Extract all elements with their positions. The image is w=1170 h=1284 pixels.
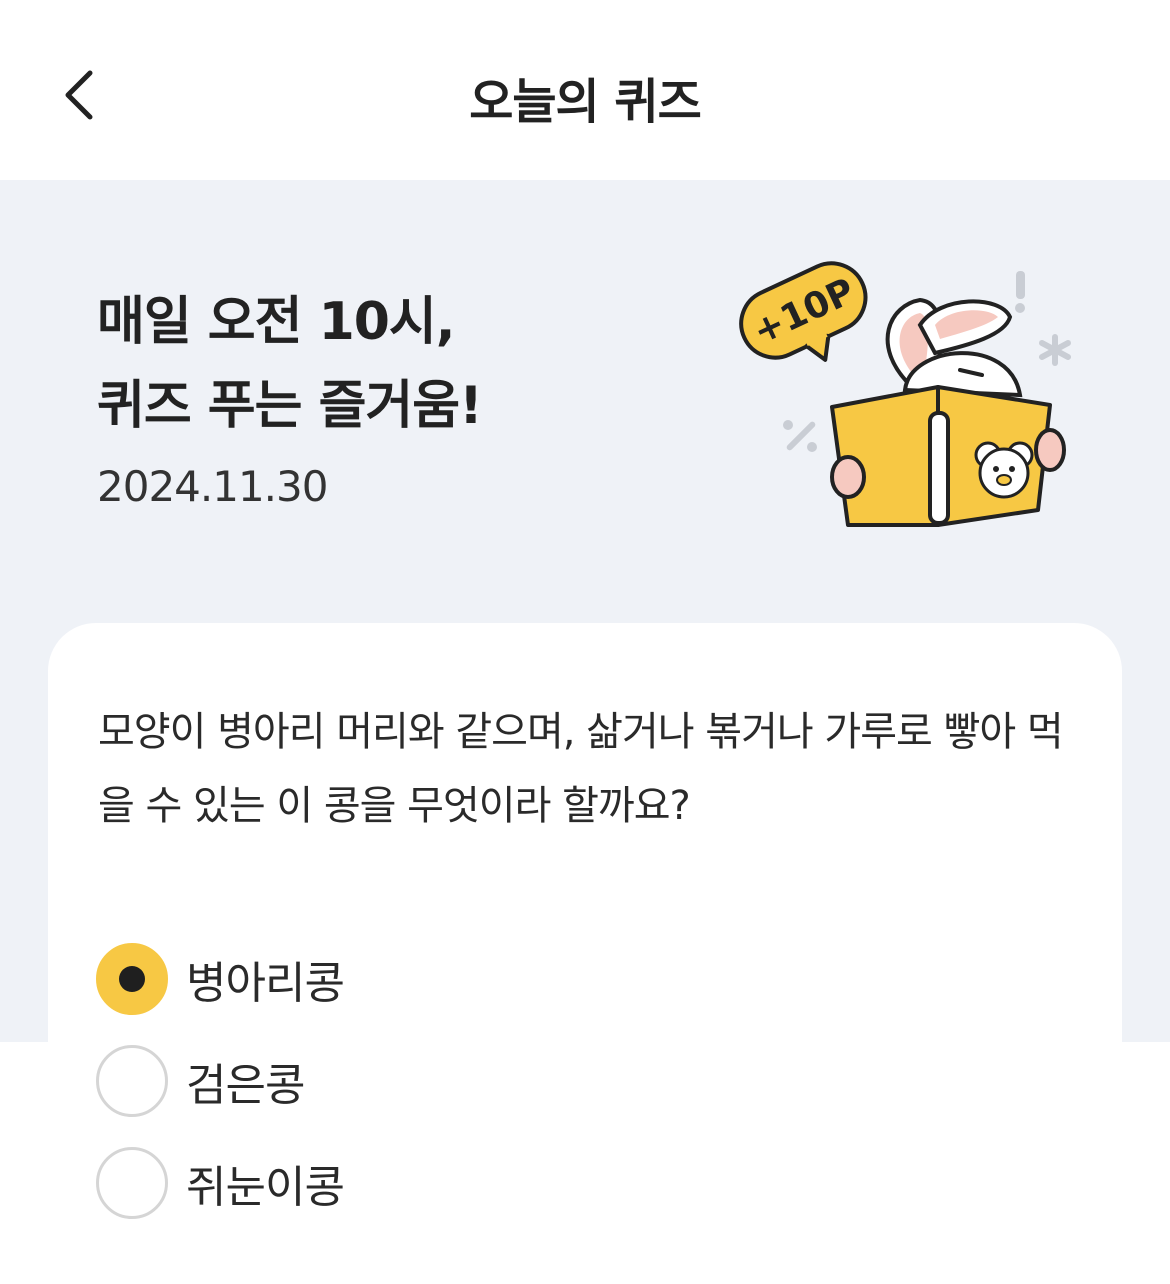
hero-title-line2: 퀴즈 푸는 즐거움! bbox=[97, 376, 483, 436]
app-header: 오늘의 퀴즈 bbox=[0, 0, 1170, 180]
answer-option-3[interactable]: 쥐눈이콩 bbox=[96, 1132, 345, 1234]
hero-title: 매일 오전 10시, 퀴즈 푸는 즐거움! bbox=[97, 280, 483, 448]
answer-option-label: 검은콩 bbox=[186, 1060, 305, 1111]
hero-title-line1: 매일 오전 10시, bbox=[97, 292, 456, 352]
radio-unselected[interactable] bbox=[96, 1147, 168, 1219]
rabbit-reading-book-icon: +10P bbox=[739, 261, 1071, 527]
radio-unselected[interactable] bbox=[96, 1045, 168, 1117]
answer-option-label: 병아리콩 bbox=[186, 958, 345, 1009]
radio-selected[interactable] bbox=[96, 943, 168, 1015]
answer-option-2[interactable]: 검은콩 bbox=[96, 1030, 344, 1132]
page-title: 오늘의 퀴즈 bbox=[469, 74, 702, 130]
radio-dot bbox=[119, 966, 145, 992]
answer-option-1[interactable]: 병아리콩 bbox=[96, 928, 345, 1030]
quiz-date: 2024.11.30 bbox=[97, 462, 328, 511]
answer-option-label: 쥐눈이콩 bbox=[186, 1162, 345, 1213]
quiz-question: 모양이 병아리 머리와 같으며, 삶거나 볶거나 가루로 빻아 먹을 수 있는 … bbox=[98, 709, 1064, 829]
quiz-card: 모양이 병아리 머리와 같으며, 삶거나 볶거나 가루로 빻아 먹을 수 있는 … bbox=[48, 623, 1122, 1284]
answer-options: 병아리콩 검은콩 쥐눈이콩 bbox=[96, 928, 345, 1234]
